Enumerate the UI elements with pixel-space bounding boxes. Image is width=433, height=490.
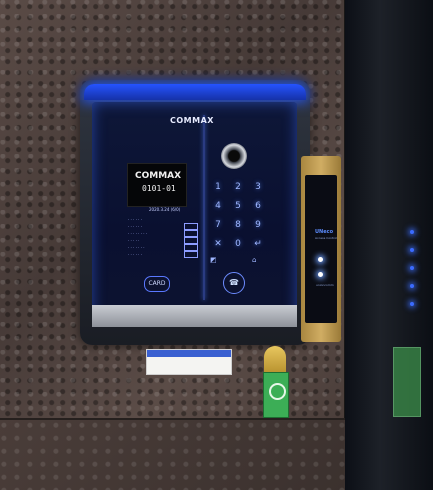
camera-lens (221, 143, 247, 169)
lcd-line-1: COMMAX (135, 171, 182, 181)
call-button[interactable]: ☎ (223, 272, 245, 294)
key-7[interactable]: 7 (208, 220, 228, 230)
instruction-panel: · · · · · · · · · · · · · · · · · · · · … (128, 216, 198, 258)
panel-metal-strip (92, 305, 297, 327)
reflection-lights (400, 230, 422, 340)
reader-indicator-light-2 (318, 272, 323, 277)
key-3[interactable]: 3 (248, 182, 268, 192)
key-icon[interactable]: ◩ (210, 256, 217, 264)
reader-subtitle: Access Control (315, 236, 338, 240)
reader-brand: UNeco (315, 229, 334, 235)
key-enter[interactable]: ↵ (248, 239, 268, 249)
key-cancel[interactable]: ✕ (208, 239, 228, 249)
reader-indicator-light (318, 257, 323, 262)
lcd-line-2: 0101-01 (142, 184, 176, 193)
key-2[interactable]: 2 (228, 182, 248, 192)
reflection-sticker (393, 347, 421, 417)
housing-blue-glow (84, 84, 306, 100)
certification-mark-icon (269, 383, 286, 400)
gold-seal-sticker (264, 346, 286, 374)
card-reader-area[interactable]: CARD (144, 276, 170, 292)
key-8[interactable]: 8 (228, 220, 248, 230)
reader-maker: unioncomm (316, 283, 334, 287)
info-sticker (146, 349, 232, 375)
lcd-date: 2020.3.24 (6/0) (149, 207, 181, 212)
keypad: 1 2 3 4 5 6 7 8 9 ✕ 0 ↵ (208, 182, 268, 249)
lcd-display: COMMAX 0101-01 (127, 163, 187, 207)
key-0[interactable]: 0 (228, 239, 248, 249)
key-9[interactable]: 9 (248, 220, 268, 230)
photo-scene: COMMAX COMMAX 0101-01 2020.3.24 (6/0) · … (0, 0, 433, 490)
brand-logo: COMMAX (170, 116, 214, 125)
granite-slab-lower (0, 420, 345, 490)
panel-divider (203, 115, 205, 300)
key-4[interactable]: 4 (208, 201, 228, 211)
green-certification-sticker (263, 372, 289, 418)
key-5[interactable]: 5 (228, 201, 248, 211)
key-6[interactable]: 6 (248, 201, 268, 211)
lock-icon[interactable]: ⌂ (252, 256, 256, 264)
info-sticker-band (147, 350, 231, 357)
card-reader[interactable] (305, 175, 337, 323)
key-1[interactable]: 1 (208, 182, 228, 192)
